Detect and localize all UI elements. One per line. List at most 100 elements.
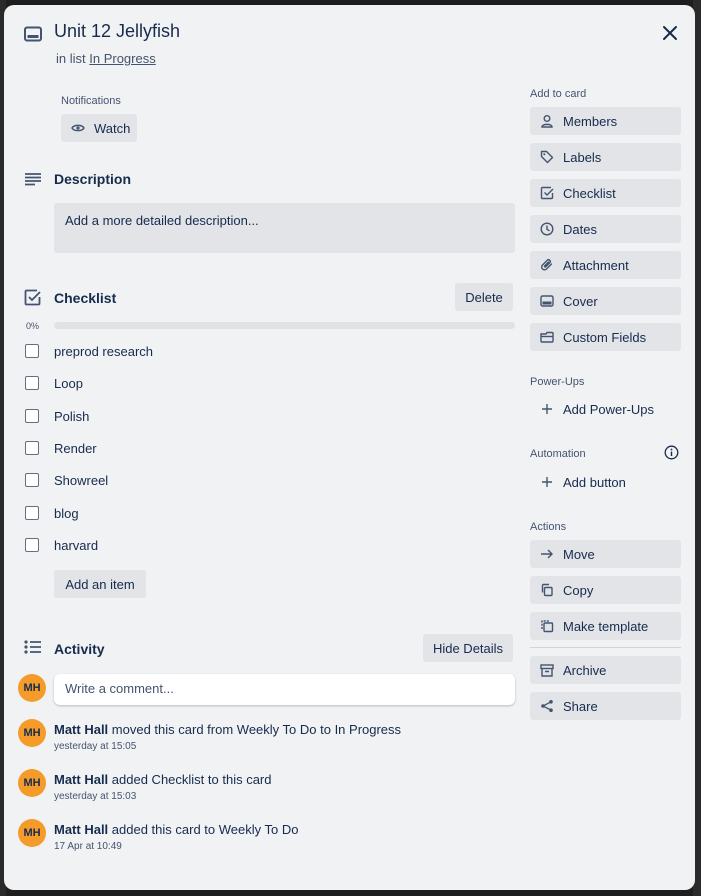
checklist-item[interactable]: harvard — [25, 535, 98, 555]
share-icon — [539, 698, 555, 714]
description-editor[interactable]: Add a more detailed description... — [54, 203, 515, 253]
labels-button[interactable]: Labels — [530, 143, 681, 171]
custom-fields-icon — [539, 329, 555, 345]
activity-action: moved this card from Weekly To Do to In … — [111, 722, 402, 737]
avatar[interactable]: MH — [18, 674, 46, 702]
arrow-right-icon — [539, 546, 555, 562]
add-to-card-label: Add to card — [530, 88, 587, 100]
checkbox[interactable] — [25, 506, 39, 520]
in-list-prefix: in list — [56, 51, 86, 66]
custom-fields-button[interactable]: Custom Fields — [530, 323, 681, 351]
watch-label: Watch — [94, 120, 131, 136]
checklist-item-label[interactable]: Render — [54, 441, 97, 456]
activity-user[interactable]: Matt Hall — [54, 722, 108, 737]
activity-action: added Checklist to this card — [111, 772, 272, 787]
tag-icon — [539, 149, 555, 165]
checklist-item-label[interactable]: Loop — [54, 376, 83, 391]
checklist-item[interactable]: Loop — [25, 373, 83, 393]
eye-icon — [70, 120, 86, 136]
checkbox[interactable] — [25, 344, 39, 358]
info-icon[interactable] — [664, 445, 679, 460]
make-template-button[interactable]: Make template — [530, 612, 681, 640]
clock-icon — [539, 221, 555, 237]
checklist-item[interactable]: Showreel — [25, 470, 108, 490]
add-checklist-item-button[interactable]: Add an item — [54, 570, 146, 598]
checklist-item-label[interactable]: harvard — [54, 538, 98, 553]
card-cover-icon — [539, 293, 555, 309]
copy-button[interactable]: Copy — [530, 576, 681, 604]
checklist-item-label[interactable]: Polish — [54, 409, 89, 424]
plus-icon — [539, 474, 555, 490]
watch-button[interactable]: Watch — [61, 114, 137, 142]
activity-timestamp[interactable]: 17 Apr at 10:49 — [54, 841, 122, 852]
close-button[interactable] — [658, 21, 682, 45]
checkbox[interactable] — [25, 409, 39, 423]
add-powerups-label: Add Power-Ups — [563, 401, 655, 417]
list-link[interactable]: In Progress — [89, 51, 155, 66]
checklist-icon — [24, 289, 41, 306]
card-detail-modal: Unit 12 Jellyfish in list In Progress No… — [4, 5, 695, 890]
powerups-label: Power-Ups — [530, 376, 585, 388]
delete-checklist-button[interactable]: Delete — [455, 283, 513, 311]
checklist-button-label: Checklist — [563, 185, 616, 201]
avatar[interactable]: MH — [18, 769, 46, 797]
labels-label: Labels — [563, 149, 602, 165]
card-icon — [24, 26, 42, 42]
checkbox[interactable] — [25, 376, 39, 390]
checklist-item[interactable]: Polish — [25, 406, 89, 426]
checklist-button[interactable]: Checklist — [530, 179, 681, 207]
archive-button[interactable]: Archive — [530, 656, 681, 684]
activity-title: Activity — [54, 641, 105, 657]
share-button[interactable]: Share — [530, 692, 681, 720]
copy-icon — [539, 582, 555, 598]
activity-user[interactable]: Matt Hall — [54, 822, 108, 837]
attachment-label: Attachment — [563, 257, 629, 273]
checkbox[interactable] — [25, 441, 39, 455]
checklist-item[interactable]: Render — [25, 438, 97, 458]
checkbox[interactable] — [25, 473, 39, 487]
attachment-button[interactable]: Attachment — [530, 251, 681, 279]
description-title: Description — [54, 171, 132, 187]
comment-input[interactable]: Write a comment... — [54, 674, 515, 705]
template-icon — [539, 618, 555, 634]
plus-icon — [539, 401, 555, 417]
activity-timestamp[interactable]: yesterday at 15:05 — [54, 741, 136, 752]
actions-divider — [530, 647, 681, 648]
description-icon — [24, 172, 42, 186]
avatar[interactable]: MH — [18, 719, 46, 747]
automation-label: Automation — [530, 448, 586, 460]
activity-user[interactable]: Matt Hall — [54, 772, 108, 787]
checklist-item[interactable]: blog — [25, 503, 79, 523]
checkbox-icon — [539, 185, 555, 201]
cover-button[interactable]: Cover — [530, 287, 681, 315]
activity-icon — [24, 640, 42, 654]
members-button[interactable]: Members — [530, 107, 681, 135]
notifications-label: Notifications — [61, 95, 121, 107]
checklist-item[interactable]: preprod research — [25, 341, 153, 361]
cover-label: Cover — [563, 293, 598, 309]
hide-details-button[interactable]: Hide Details — [423, 634, 513, 662]
activity-action: added this card to Weekly To Do — [111, 822, 299, 837]
add-powerups-button[interactable]: Add Power-Ups — [530, 395, 681, 423]
copy-label: Copy — [563, 582, 594, 598]
share-label: Share — [563, 698, 598, 714]
members-label: Members — [563, 113, 618, 129]
activity-entry-text: Matt Hall added this card to Weekly To D… — [54, 822, 298, 837]
activity-timestamp[interactable]: yesterday at 15:03 — [54, 791, 136, 802]
checklist-title[interactable]: Checklist — [54, 290, 116, 306]
checklist-progress-text: 0% — [26, 321, 40, 331]
card-title[interactable]: Unit 12 Jellyfish — [54, 21, 180, 42]
move-label: Move — [563, 546, 595, 562]
checklist-item-label[interactable]: Showreel — [54, 473, 108, 488]
move-button[interactable]: Move — [530, 540, 681, 568]
checklist-item-label[interactable]: blog — [54, 506, 79, 521]
add-button-button[interactable]: Add button — [530, 468, 681, 496]
make-template-label: Make template — [563, 618, 649, 634]
checklist-item-label[interactable]: preprod research — [54, 344, 153, 359]
dates-button[interactable]: Dates — [530, 215, 681, 243]
person-icon — [539, 113, 555, 129]
archive-icon — [539, 662, 555, 678]
add-button-label: Add button — [563, 474, 626, 490]
checkbox[interactable] — [25, 538, 39, 552]
avatar[interactable]: MH — [18, 819, 46, 847]
